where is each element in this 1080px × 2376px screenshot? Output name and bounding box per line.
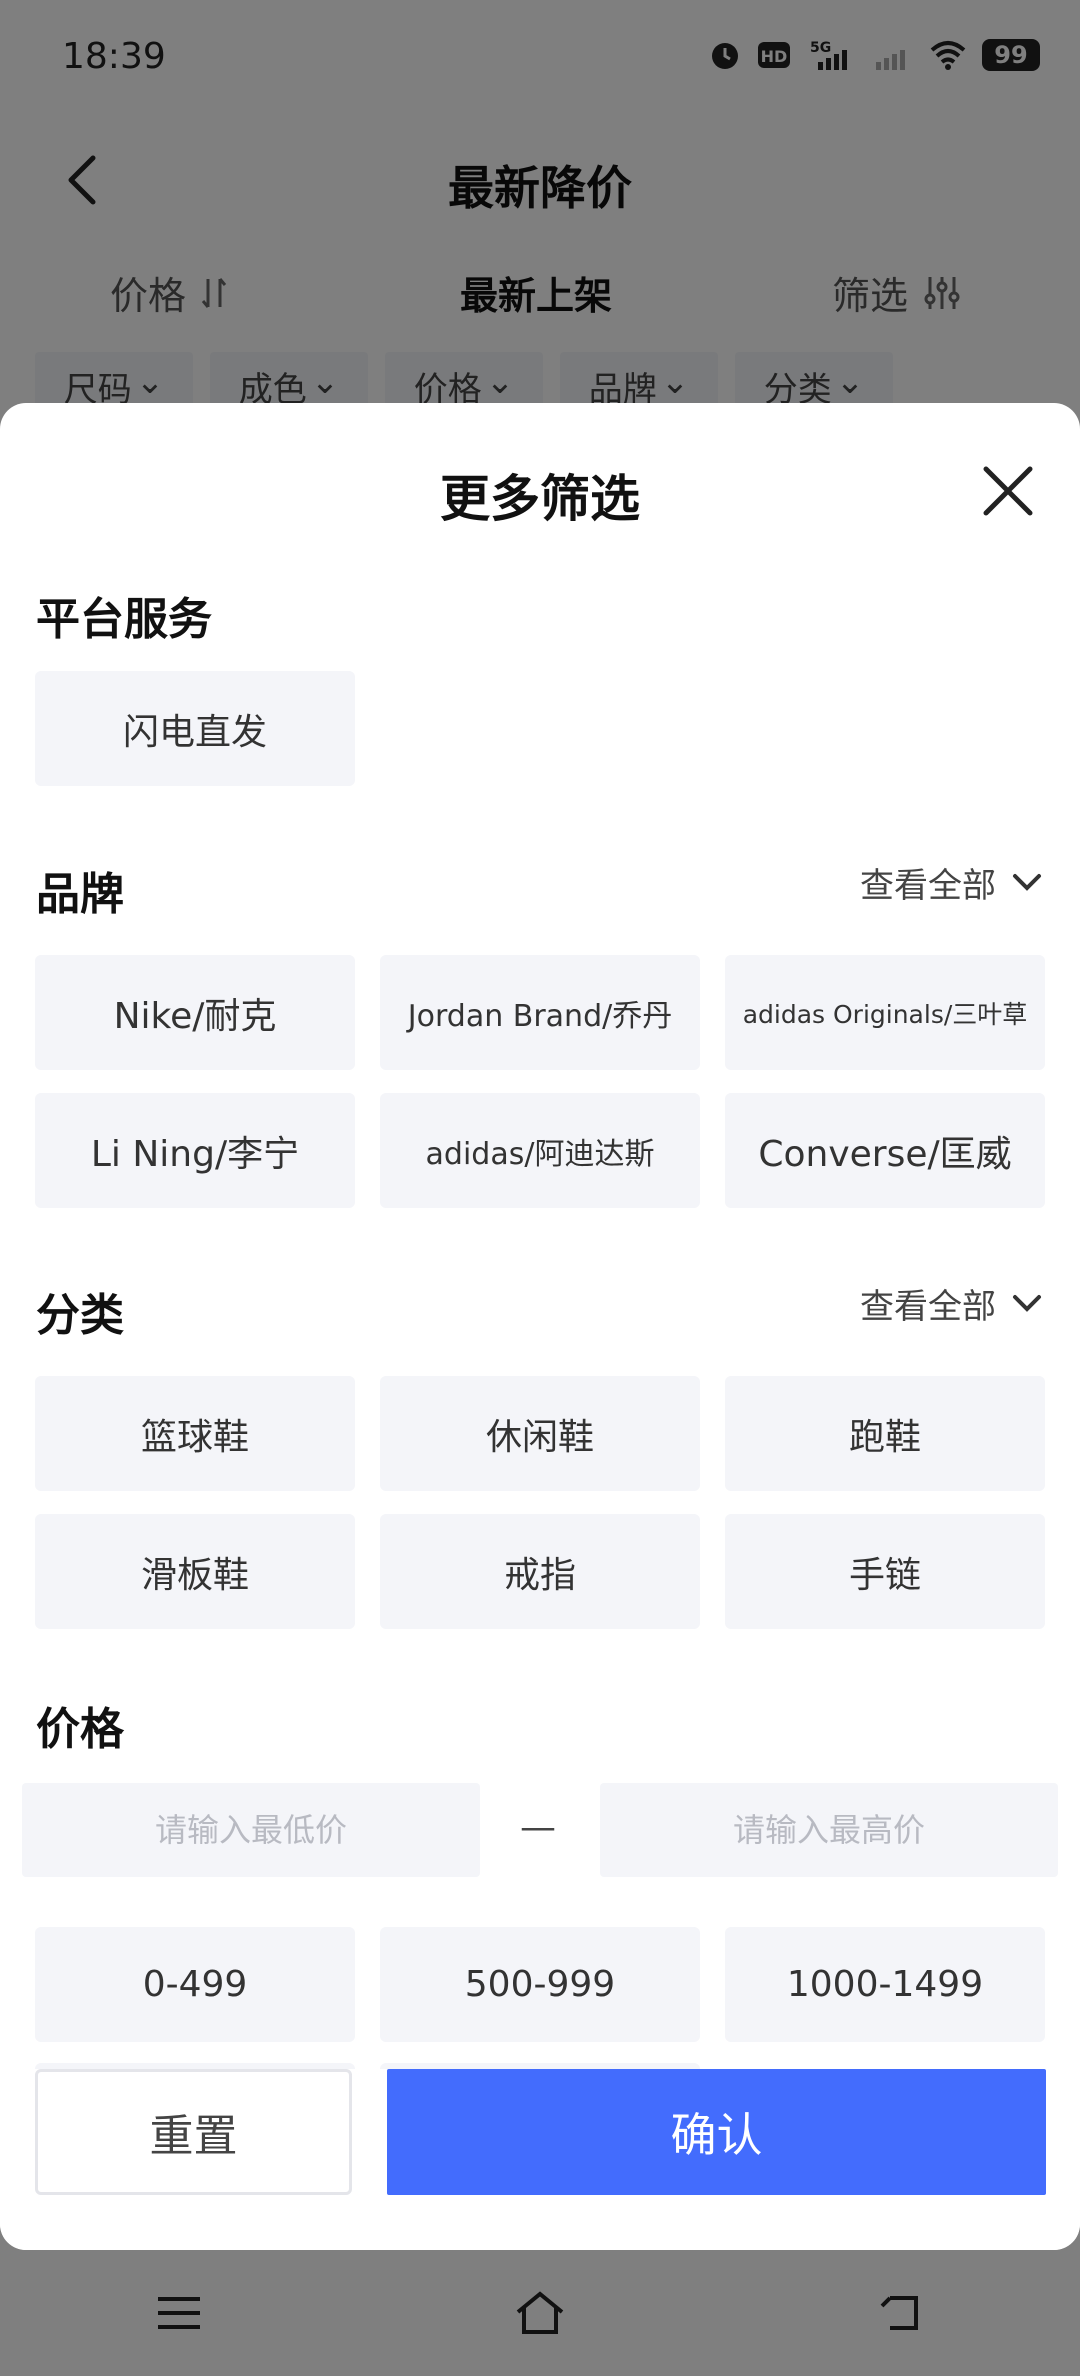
confirm-button[interactable]: 确认 — [387, 2069, 1046, 2195]
view-all-label: 查看全部 — [860, 866, 996, 906]
price-range-inputs: — — [22, 1783, 1058, 1877]
close-icon[interactable] — [980, 463, 1036, 519]
max-price-input[interactable] — [600, 1783, 1058, 1877]
category-option[interactable]: 手链 — [725, 1514, 1045, 1629]
sheet-title: 更多筛选 — [440, 470, 640, 528]
reset-button[interactable]: 重置 — [35, 2069, 352, 2195]
brand-options: Nike/耐克 Jordan Brand/乔丹 adidas Originals… — [35, 955, 1045, 1208]
brand-option[interactable]: adidas Originals/三叶草 — [725, 955, 1045, 1070]
category-option[interactable]: 篮球鞋 — [35, 1376, 355, 1491]
price-range-dash: — — [520, 1807, 556, 1848]
category-option[interactable]: 跑鞋 — [725, 1376, 1045, 1491]
brand-option[interactable]: Li Ning/李宁 — [35, 1093, 355, 1208]
platform-section-title: 平台服务 — [36, 594, 212, 645]
view-all-label: 查看全部 — [860, 1287, 996, 1327]
platform-options: 闪电直发 — [35, 671, 1045, 786]
sheet-footer: 重置 确认 — [0, 2069, 1080, 2250]
brand-view-all-button[interactable]: 查看全部 — [860, 858, 1042, 907]
filter-option[interactable]: 闪电直发 — [35, 671, 355, 786]
price-section-title: 价格 — [36, 1704, 124, 1755]
price-range-options: 0-499 500-999 1000-1499 — [35, 1927, 1045, 2042]
brand-section-title: 品牌 — [36, 869, 124, 920]
brand-option[interactable]: adidas/阿迪达斯 — [380, 1093, 700, 1208]
category-view-all-button[interactable]: 查看全部 — [860, 1279, 1042, 1328]
chevron-down-icon — [1013, 873, 1041, 891]
min-price-input[interactable] — [22, 1783, 480, 1877]
brand-option[interactable]: Nike/耐克 — [35, 955, 355, 1070]
price-range-option[interactable]: 0-499 — [35, 1927, 355, 2042]
category-option[interactable]: 滑板鞋 — [35, 1514, 355, 1629]
chevron-down-icon — [1013, 1294, 1041, 1312]
brand-option[interactable]: Converse/匡威 — [725, 1093, 1045, 1208]
category-option[interactable]: 休闲鞋 — [380, 1376, 700, 1491]
more-filters-sheet: 更多筛选 平台服务 闪电直发 品牌 查看全部 Nike/耐克 Jordan Br… — [0, 403, 1080, 2250]
price-range-option[interactable]: 1000-1499 — [725, 1927, 1045, 2042]
price-range-option[interactable]: 500-999 — [380, 1927, 700, 2042]
brand-option[interactable]: Jordan Brand/乔丹 — [380, 955, 700, 1070]
category-option[interactable]: 戒指 — [380, 1514, 700, 1629]
category-options: 篮球鞋 休闲鞋 跑鞋 滑板鞋 戒指 手链 — [35, 1376, 1045, 1629]
category-section-title: 分类 — [36, 1290, 124, 1341]
